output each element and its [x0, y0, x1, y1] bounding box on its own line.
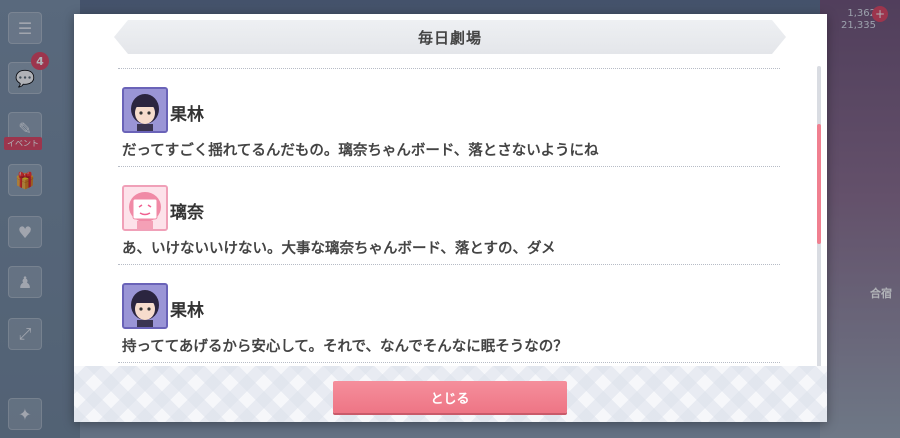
close-button[interactable]: とじる — [333, 381, 567, 413]
speaker-name: 果林 — [170, 301, 204, 321]
divider — [118, 362, 780, 363]
dialogue-text: だってすごく揺れてるんだもの。璃奈ちゃんボード、落とさないようにね — [122, 143, 599, 159]
dialogue-text: 持っててあげるから安心して。それで、なんでそんなに眠そうなの？ — [122, 339, 568, 355]
dialogue-text: あ、いけないいけない。大事な璃奈ちゃんボード、落とすの、ダメ — [122, 241, 556, 257]
speaker-name: 果林 — [170, 105, 204, 125]
daily-theater-dialog: 毎日劇場 果林 だってすごく揺れてるんだもの。璃奈ちゃんボード、落とさないように… — [74, 14, 827, 422]
dialogue-entry: 璃奈 あ、いけないいけない。大事な璃奈ちゃんボード、落とすの、ダメ — [118, 167, 780, 264]
dialogue-list[interactable]: 果林 だってすごく揺れてるんだもの。璃奈ちゃんボード、落とさないようにね 璃奈 … — [118, 68, 780, 368]
dialogue-entry: 果林 だってすごく揺れてるんだもの。璃奈ちゃんボード、落とさないようにね — [118, 69, 780, 166]
rina-avatar — [122, 185, 168, 231]
dialog-title: 毎日劇場 — [417, 28, 482, 47]
dialogue-entry: 果林 持っててあげるから安心して。それで、なんでそんなに眠そうなの？ — [118, 265, 780, 362]
karin-avatar — [122, 87, 168, 133]
scrollbar-track[interactable] — [817, 66, 821, 378]
dialog-title-bar: 毎日劇場 — [114, 20, 786, 54]
scrollbar-thumb[interactable] — [817, 124, 821, 244]
karin-avatar — [122, 283, 168, 329]
speaker-name: 璃奈 — [170, 203, 204, 223]
